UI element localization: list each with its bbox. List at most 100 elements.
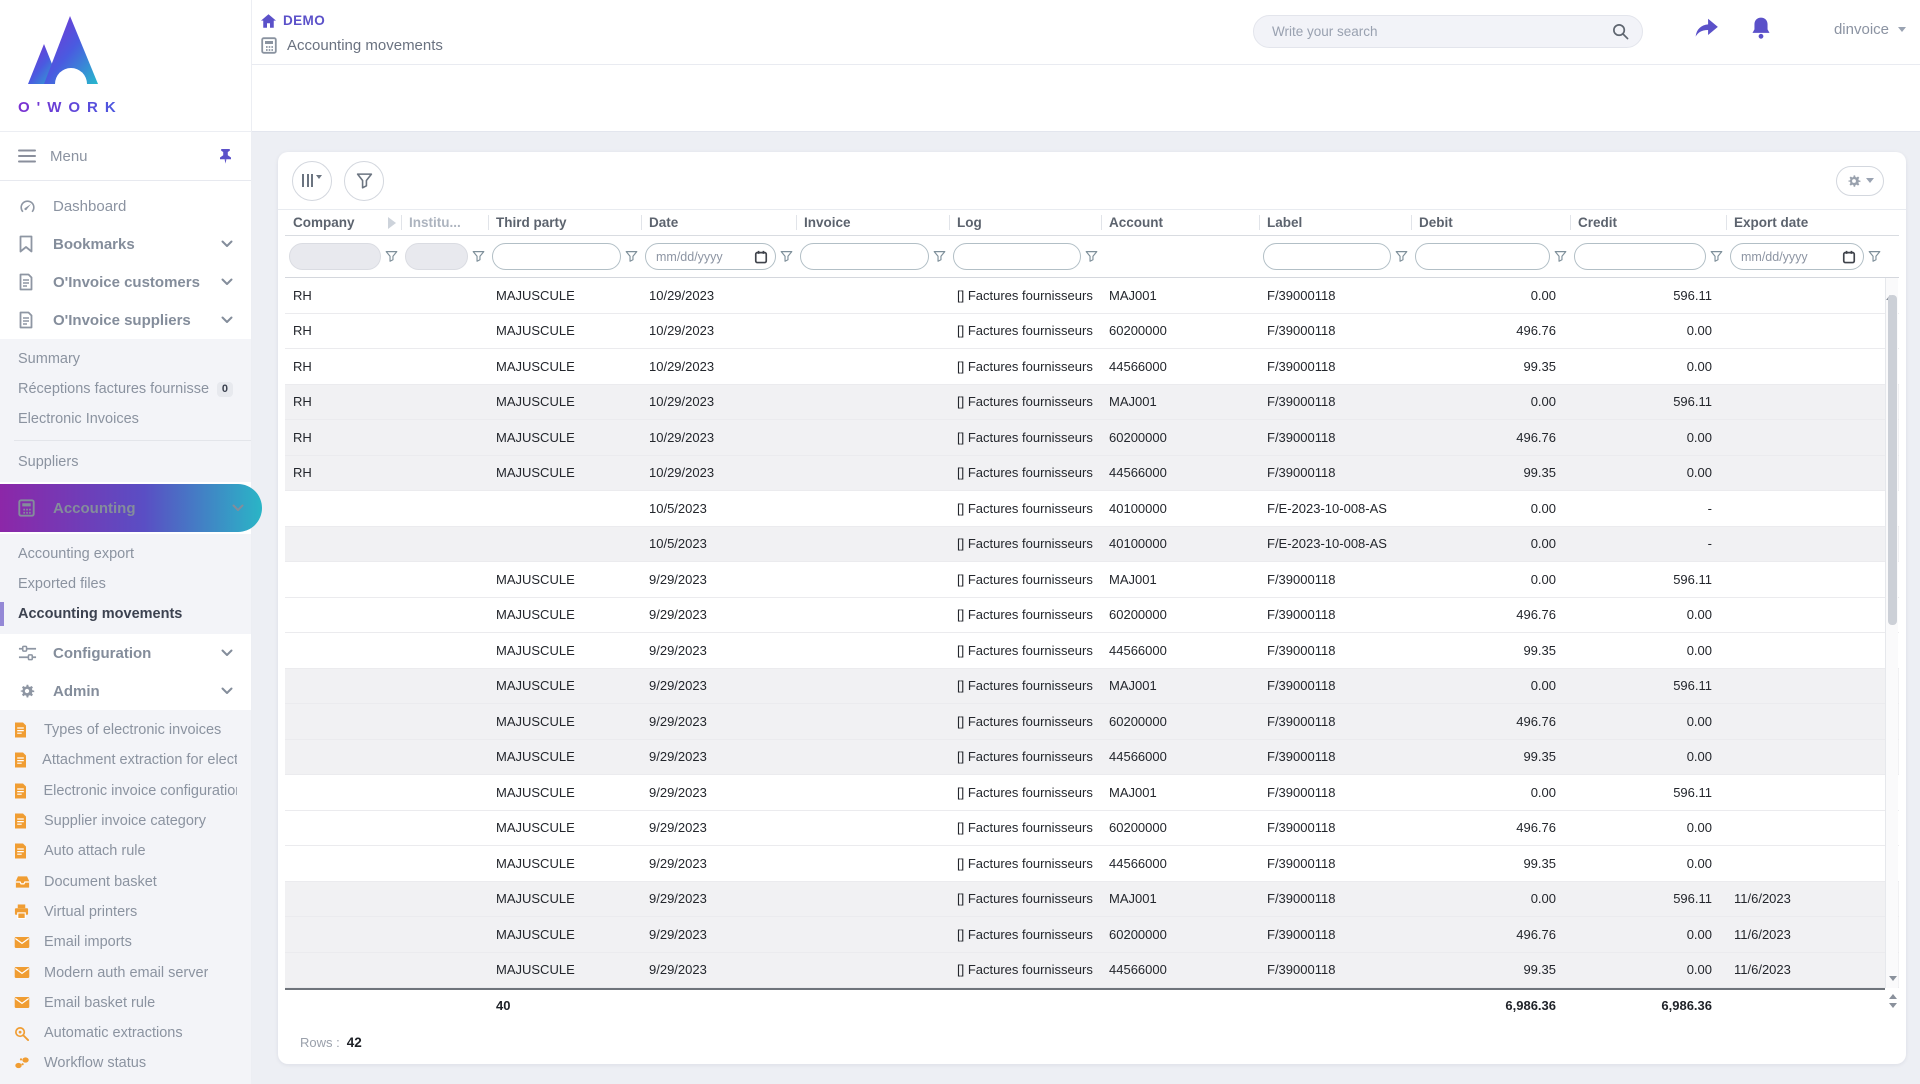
sidebar-subitem-document-basket[interactable]: Document basket	[0, 866, 251, 896]
sidebar-subitem-attachment-extraction-for-electron[interactable]: Attachment extraction for electron	[0, 745, 251, 775]
sidebar-item-o-invoice-suppliers[interactable]: O'Invoice suppliers	[0, 301, 251, 339]
grid-settings-button[interactable]	[1836, 165, 1884, 196]
sidebar-item-o-invoice-customers[interactable]: O'Invoice customers	[0, 263, 251, 301]
funnel-icon[interactable]	[1868, 250, 1881, 263]
table-row[interactable]: MAJUSCULE 9/29/2023 [] Factures fournisseu…	[285, 811, 1899, 846]
table-row[interactable]: 10/5/2023 [] Factures fournisseurs 4010000…	[285, 526, 1899, 562]
scroll-down-arrow[interactable]	[1888, 976, 1897, 981]
table-row[interactable]: 10/5/2023 [] Factures fournisseurs 4010000…	[285, 491, 1899, 527]
sidebar-subitem-electronic-invoice-configuration[interactable]: Electronic invoice configuration	[0, 776, 251, 806]
funnel-icon[interactable]	[933, 250, 946, 263]
menu-toggle[interactable]: Menu	[0, 132, 251, 181]
filter-credit-input[interactable]	[1574, 243, 1706, 270]
column-group-arrow-icon[interactable]	[388, 216, 396, 229]
pin-icon[interactable]	[218, 148, 233, 164]
calendar-icon[interactable]	[754, 250, 768, 264]
filter-company-input[interactable]	[289, 243, 381, 270]
funnel-icon[interactable]	[385, 250, 398, 263]
sidebar-subitem-types-of-electronic-invoices[interactable]: Types of electronic invoices	[0, 715, 251, 745]
sidebar-subitem-electronic-invoices[interactable]: Electronic Invoices	[0, 404, 251, 434]
sidebar-subitem-auto-attach-rule[interactable]: Auto attach rule	[0, 836, 251, 866]
cell-credit: 596.11	[1673, 287, 1712, 303]
funnel-icon[interactable]	[1085, 250, 1098, 263]
table-row[interactable]: MAJUSCULE 9/29/2023 [] Factures fournisseu…	[285, 952, 1899, 988]
cell-credit: 0.00	[1686, 749, 1712, 765]
user-menu[interactable]: dinvoice	[1834, 21, 1906, 38]
search-icon[interactable]	[1612, 23, 1629, 40]
cell-debit: 0.00	[1530, 500, 1556, 516]
sidebar-subitem-suppliers[interactable]: Suppliers	[0, 447, 251, 477]
column-header-export_date[interactable]: Export date	[1726, 210, 1884, 235]
funnel-icon[interactable]	[625, 250, 638, 263]
column-header-institution[interactable]: Institu...	[401, 210, 488, 235]
sidebar-subitem-r-ceptions-factures-fournisseurs[interactable]: Réceptions factures fournisseurs 0	[0, 374, 251, 404]
table-row[interactable]: MAJUSCULE 9/29/2023 [] Factures fournisseu…	[285, 633, 1899, 669]
filter-date-date-input[interactable]	[645, 243, 776, 270]
column-header-debit[interactable]: Debit	[1411, 210, 1570, 235]
share-icon[interactable]	[1694, 16, 1720, 40]
filter-label-input[interactable]	[1263, 243, 1391, 270]
sidebar-subitem-email-imports[interactable]: Email imports	[0, 927, 251, 957]
table-row[interactable]: MAJUSCULE 9/29/2023 [] Factures fournisseu…	[285, 668, 1899, 704]
column-header-invoice[interactable]: Invoice	[796, 210, 949, 235]
table-row[interactable]: MAJUSCULE 9/29/2023 [] Factures fournisseu…	[285, 562, 1899, 598]
table-row[interactable]: RH MAJUSCULE 10/29/2023 [] Factures fournis…	[285, 349, 1899, 385]
table-row[interactable]: MAJUSCULE 9/29/2023 [] Factures fournisseu…	[285, 881, 1899, 917]
column-header-account[interactable]: Account	[1101, 210, 1259, 235]
sidebar-subitem-summary[interactable]: Summary	[0, 344, 251, 374]
sidebar-subitem-accounting-export[interactable]: Accounting export	[0, 539, 251, 569]
sidebar-item-configuration[interactable]: Configuration	[0, 634, 251, 672]
column-chooser-button[interactable]	[292, 160, 332, 201]
sidebar-subitem-exported-files[interactable]: Exported files	[0, 569, 251, 599]
table-row[interactable]: MAJUSCULE 9/29/2023 [] Factures fournisseu…	[285, 598, 1899, 633]
sidebar-subitem-accounting-movements[interactable]: Accounting movements	[0, 599, 251, 629]
sidebar-subitem-workflow-status[interactable]: Workflow status	[0, 1048, 251, 1078]
search-input[interactable]	[1272, 24, 1612, 39]
column-header-date[interactable]: Date	[641, 210, 796, 235]
sidebar-subitem-email-basket-rule[interactable]: Email basket rule	[0, 988, 251, 1018]
column-header-third_party[interactable]: Third party	[488, 210, 641, 235]
sidebar-subitem-automatic-extractions[interactable]: Automatic extractions	[0, 1018, 251, 1048]
bell-icon[interactable]	[1750, 16, 1772, 40]
filter-button[interactable]	[344, 160, 384, 201]
table-row[interactable]: MAJUSCULE 9/29/2023 [] Factures fournisseu…	[285, 775, 1899, 811]
funnel-icon[interactable]	[472, 250, 485, 263]
filter-institution-input[interactable]	[405, 243, 468, 270]
filter-invoice-input[interactable]	[800, 243, 929, 270]
column-header-log[interactable]: Log	[949, 210, 1101, 235]
app-logo[interactable]: O'WORK	[0, 0, 251, 132]
funnel-icon[interactable]	[1710, 250, 1723, 263]
cell-company: RH	[293, 394, 312, 410]
column-header-credit[interactable]: Credit	[1570, 210, 1726, 235]
sidebar-subitem-supplier-invoice-category[interactable]: Supplier invoice category	[0, 806, 251, 836]
table-row[interactable]: MAJUSCULE 9/29/2023 [] Factures fournisseu…	[285, 917, 1899, 953]
table-row[interactable]: RH MAJUSCULE 10/29/2023 [] Factures fournis…	[285, 420, 1899, 456]
funnel-icon[interactable]	[1554, 250, 1567, 263]
totals-scrollbar[interactable]	[1886, 992, 1899, 1010]
filter-third_party-input[interactable]	[492, 243, 621, 270]
filter-debit-input[interactable]	[1415, 243, 1550, 270]
column-header-label[interactable]: Label	[1259, 210, 1411, 235]
calendar-icon[interactable]	[1842, 250, 1856, 264]
vertical-scrollbar[interactable]	[1885, 278, 1898, 988]
sidebar-item-accounting[interactable]: Accounting	[0, 484, 262, 532]
table-row[interactable]: RH MAJUSCULE 10/29/2023 [] Factures fournis…	[285, 455, 1899, 491]
sidebar-item-bookmarks[interactable]: Bookmarks	[0, 225, 251, 263]
funnel-icon[interactable]	[780, 250, 793, 263]
sidebar-item-dashboard[interactable]: Dashboard	[0, 187, 251, 225]
table-row[interactable]: MAJUSCULE 9/29/2023 [] Factures fournisseu…	[285, 704, 1899, 740]
scrollbar-thumb[interactable]	[1887, 295, 1897, 625]
column-header-company[interactable]: Company	[285, 210, 401, 235]
table-row[interactable]: RH MAJUSCULE 10/29/2023 [] Factures fournis…	[285, 384, 1899, 420]
sidebar-item-admin[interactable]: Admin	[0, 672, 251, 710]
sidebar-subitem-virtual-printers[interactable]: Virtual printers	[0, 897, 251, 927]
filter-log-input[interactable]	[953, 243, 1081, 270]
table-row[interactable]: MAJUSCULE 9/29/2023 [] Factures fournisseu…	[285, 846, 1899, 882]
table-row[interactable]: MAJUSCULE 9/29/2023 [] Factures fournisseu…	[285, 739, 1899, 775]
table-row[interactable]: RH MAJUSCULE 10/29/2023 [] Factures fournis…	[285, 278, 1899, 314]
sidebar-subitem-modern-auth-email-server[interactable]: Modern auth email server	[0, 957, 251, 987]
project-home-link[interactable]: DEMO	[261, 13, 325, 28]
table-row[interactable]: RH MAJUSCULE 10/29/2023 [] Factures fournis…	[285, 314, 1899, 349]
funnel-icon[interactable]	[1395, 250, 1408, 263]
filter-export_date-date-input[interactable]	[1730, 243, 1864, 270]
